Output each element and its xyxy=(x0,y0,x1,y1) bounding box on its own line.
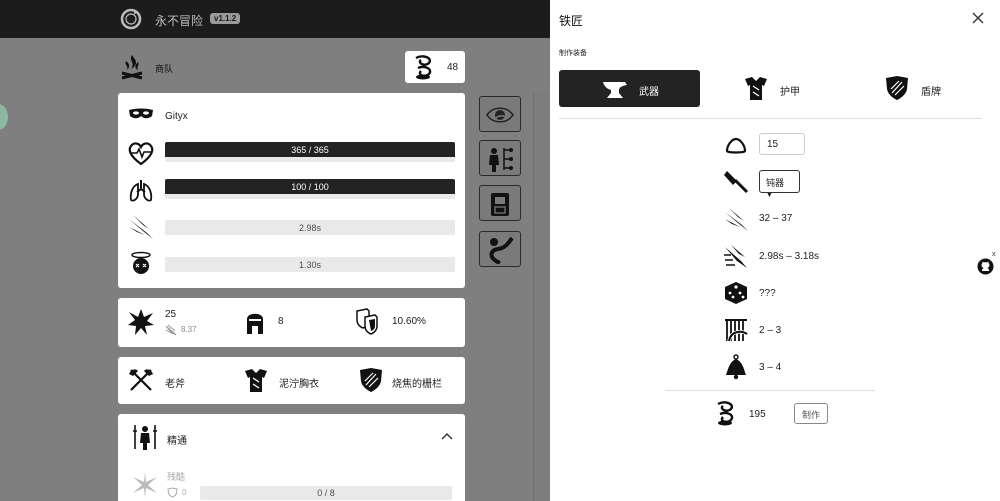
tab-weapon[interactable]: 武器 xyxy=(559,70,700,107)
craft-button[interactable]: 制作 xyxy=(794,403,828,424)
caret-down-icon: ▼ xyxy=(766,192,773,199)
character-card: Gityx 365 / 365 100 / 100 2.98s 1.30s xyxy=(118,93,465,288)
dice-icon xyxy=(725,282,747,304)
crossed-axes-icon xyxy=(129,369,153,391)
mastery-title: 精通 xyxy=(167,436,187,447)
stat-a-range: 2 – 3 xyxy=(759,325,782,336)
stamina-bar: 100 / 100 xyxy=(165,179,455,199)
claw-slash-icon xyxy=(129,215,153,239)
coin-swirl-icon xyxy=(717,401,734,426)
heart-pulse-icon xyxy=(128,142,154,166)
attack-speed-text: 2.98s xyxy=(298,223,322,233)
backpack-icon xyxy=(491,193,509,216)
craft-section-label: 制作装备 xyxy=(559,50,587,57)
health-text: 365 / 365 xyxy=(291,145,329,155)
character-name: Gityx xyxy=(165,111,188,122)
armor-vest-icon xyxy=(245,369,267,392)
shield-name: 烧焦的栅栏 xyxy=(392,379,442,390)
tabs-divider xyxy=(559,118,982,119)
side-indicator xyxy=(0,104,8,130)
equipped-shield[interactable]: 烧焦的栅栏 xyxy=(348,357,465,404)
app-title: 永不冒险 xyxy=(155,14,204,28)
weapon-name: 老斧 xyxy=(165,379,185,390)
drawer-title: 铁匠 xyxy=(559,14,584,28)
mastery-card: 精通 残酷 0 0 / 8 xyxy=(118,414,465,501)
close-icon[interactable] xyxy=(971,11,985,25)
random-stat-value: ??? xyxy=(759,288,776,299)
weapon-class-value: 钝器 xyxy=(766,178,785,188)
mask-icon xyxy=(129,108,153,119)
fast-claw-icon xyxy=(724,245,747,268)
damage-value: 25 xyxy=(165,309,177,320)
eye-icon xyxy=(486,107,514,123)
block-value: 10.60% xyxy=(392,316,426,327)
mastery-sub-count: 0 xyxy=(182,488,187,497)
explosion-icon xyxy=(128,309,154,335)
shields-icon xyxy=(356,308,378,335)
lungs-icon xyxy=(129,180,153,202)
stats-card: 25 8.37 8 10.60% xyxy=(118,298,465,347)
equipped-armor[interactable]: 泥泞胸衣 xyxy=(233,357,348,404)
tab-shield-label: 盾牌 xyxy=(921,87,941,98)
speed-range: 2.98s – 3.18s xyxy=(759,251,820,262)
gear-level-input[interactable]: 15 xyxy=(759,133,805,155)
anvil-icon xyxy=(603,82,627,98)
mastery-progress-bar: 0 / 8 xyxy=(200,486,452,500)
striped-shield-icon xyxy=(360,368,382,392)
armor-vest-icon xyxy=(745,77,767,100)
eye-nav-button[interactable] xyxy=(479,96,521,132)
equipped-weapon[interactable]: 老斧 xyxy=(118,357,233,404)
hammer-icon xyxy=(724,171,749,194)
weight-bell-icon xyxy=(726,354,746,380)
top-bar: 永不冒险 v1.1.2 xyxy=(0,0,550,38)
inventory-nav-button[interactable] xyxy=(479,185,521,221)
helmet-icon xyxy=(247,313,263,334)
obscured-panel-edge xyxy=(533,93,550,501)
gate-arrow-icon xyxy=(725,319,748,342)
weapon-class-dropdown[interactable]: 钝器 ▼ xyxy=(759,170,800,199)
chevron-up-icon[interactable] xyxy=(441,432,453,440)
stat-b-range: 3 – 4 xyxy=(759,362,782,373)
journey-nav-button[interactable] xyxy=(479,231,521,267)
github-dismiss[interactable]: x xyxy=(992,251,996,258)
striped-shield-icon xyxy=(886,76,908,100)
equipment-card: 老斧 泥泞胸衣 烧焦的栅栏 xyxy=(118,357,465,404)
mini-shield-icon xyxy=(167,487,178,498)
mastery-sub-label: 残酷 xyxy=(167,472,186,482)
tab-weapon-label: 武器 xyxy=(639,87,659,98)
warrior-weapons-icon xyxy=(133,425,157,450)
claw-slash-icon xyxy=(725,208,748,231)
mini-claw-icon xyxy=(165,324,177,336)
cost-divider xyxy=(665,390,875,391)
campfire-icon xyxy=(121,55,143,80)
attack-speed-bar: 2.98s xyxy=(165,220,455,235)
skill-tree-icon xyxy=(489,148,513,172)
ring-icon xyxy=(725,137,747,154)
github-icon[interactable] xyxy=(977,258,994,275)
ouroboros-logo-icon xyxy=(120,8,142,30)
winding-road-icon xyxy=(489,236,514,264)
caravan-label: 商队 xyxy=(155,64,174,74)
damage-range: 32 – 37 xyxy=(759,213,793,224)
recovery-bar: 1.30s xyxy=(165,257,455,272)
skill-tree-nav-button[interactable] xyxy=(479,140,521,176)
version-badge: v1.1.2 xyxy=(210,13,241,24)
armor-name: 泥泞胸衣 xyxy=(279,379,319,390)
gold-value: 48 xyxy=(447,62,459,73)
protection-value: 8 xyxy=(278,316,284,327)
craft-cost: 195 xyxy=(749,409,766,420)
stamina-text: 100 / 100 xyxy=(291,182,329,192)
tab-armor[interactable]: 护甲 xyxy=(700,70,841,107)
blacksmith-drawer: 铁匠 制作装备 武器 护甲 盾牌 15 钝器 ▼ 32 – 37 2.98s –… xyxy=(550,0,1000,501)
tab-armor-label: 护甲 xyxy=(780,87,800,98)
gold-counter: 48 xyxy=(405,51,465,83)
dizzy-head-icon xyxy=(131,251,151,274)
spiky-star-icon xyxy=(133,472,157,498)
recovery-text: 1.30s xyxy=(298,260,322,270)
damage-sub-value: 8.37 xyxy=(181,325,197,334)
mastery-progress-text: 0 / 8 xyxy=(317,488,335,498)
coin-swirl-icon xyxy=(415,55,432,80)
health-bar: 365 / 365 xyxy=(165,142,455,162)
tab-shield[interactable]: 盾牌 xyxy=(841,70,982,107)
